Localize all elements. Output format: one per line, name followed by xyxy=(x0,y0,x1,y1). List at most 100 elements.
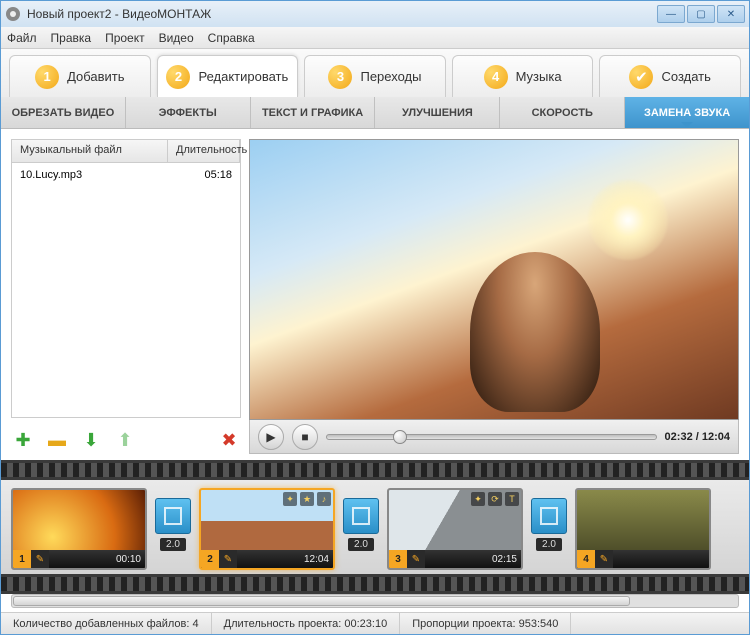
move-up-button[interactable]: ⬆ xyxy=(113,428,137,452)
app-window: Новый проект2 - ВидеоМОНТАЖ — ▢ ✕ Файл П… xyxy=(0,0,750,635)
delete-button[interactable]: ✖ xyxy=(217,428,241,452)
badge-icon: ♪ xyxy=(317,492,331,506)
transition-3[interactable]: 2.0 xyxy=(531,498,567,560)
video-preview[interactable] xyxy=(249,139,739,420)
tab-edit[interactable]: 2 Редактировать xyxy=(157,55,299,97)
transition-duration: 2.0 xyxy=(536,538,562,551)
clip-duration: 12:04 xyxy=(237,554,333,565)
step-badge-icon: 3 xyxy=(328,65,352,89)
col-duration[interactable]: Длительность xyxy=(168,140,240,162)
tab-label: Редактировать xyxy=(198,69,288,84)
file-duration: 05:18 xyxy=(168,169,232,181)
transition-icon[interactable] xyxy=(531,498,567,534)
clip-thumb[interactable]: ✦⟳T 3✎02:15 xyxy=(387,488,523,570)
edit-icon[interactable]: ✎ xyxy=(31,550,49,568)
clip-1[interactable]: 1✎00:10 xyxy=(11,488,147,570)
clip-2[interactable]: ✦★♪ 2✎12:04 xyxy=(199,488,335,570)
badge-icon: ✦ xyxy=(283,492,297,506)
move-down-button[interactable]: ⬇ xyxy=(79,428,103,452)
filmstrip-bottom xyxy=(1,574,749,594)
sub-tabs: ОБРЕЗАТЬ ВИДЕО ЭФФЕКТЫ ТЕКСТ И ГРАФИКА У… xyxy=(1,97,749,129)
stop-button[interactable]: ■ xyxy=(292,424,318,450)
tab-label: Создать xyxy=(661,69,710,84)
tab-music[interactable]: 4 Музыка xyxy=(452,55,594,97)
time-current: 02:32 xyxy=(665,431,693,443)
list-item[interactable]: 10.Lucy.mp3 05:18 xyxy=(12,163,240,187)
seek-knob[interactable] xyxy=(393,430,407,444)
time-display: 02:32 / 12:04 xyxy=(665,431,730,443)
minimize-button[interactable]: — xyxy=(657,5,685,23)
subtab-audio[interactable]: ЗАМЕНА ЗВУКА xyxy=(625,97,749,128)
file-name: 10.Lucy.mp3 xyxy=(20,169,168,181)
edit-icon[interactable]: ✎ xyxy=(219,550,237,568)
tab-create[interactable]: ✔Создать xyxy=(599,55,741,97)
clip-index: 2 xyxy=(201,550,219,568)
subtab-text[interactable]: ТЕКСТ И ГРАФИКА xyxy=(251,97,376,128)
seek-slider[interactable] xyxy=(326,434,657,440)
work-area: Музыкальный файл Длительность 10.Lucy.mp… xyxy=(1,129,749,460)
subtab-enhance[interactable]: УЛУЧШЕНИЯ xyxy=(375,97,500,128)
step-badge-icon: 1 xyxy=(35,65,59,89)
clip-3[interactable]: ✦⟳T 3✎02:15 xyxy=(387,488,523,570)
timeline-scrollbar[interactable] xyxy=(11,594,739,608)
transition-2[interactable]: 2.0 xyxy=(343,498,379,560)
app-icon xyxy=(5,6,21,22)
audio-panel: Музыкальный файл Длительность 10.Lucy.mp… xyxy=(11,139,241,454)
clip-thumb[interactable]: 4✎ xyxy=(575,488,711,570)
transition-duration: 2.0 xyxy=(348,538,374,551)
transition-1[interactable]: 2.0 xyxy=(155,498,191,560)
clip-thumb[interactable]: ✦★♪ 2✎12:04 xyxy=(199,488,335,570)
edit-icon[interactable]: ✎ xyxy=(407,550,425,568)
clip-duration: 00:10 xyxy=(49,554,145,565)
status-ratio: Пропорции проекта: 953:540 xyxy=(400,613,571,634)
time-total: 12:04 xyxy=(702,431,730,443)
transition-icon[interactable] xyxy=(155,498,191,534)
clip-thumb[interactable]: 1✎00:10 xyxy=(11,488,147,570)
menu-help[interactable]: Справка xyxy=(208,31,255,45)
status-files: Количество добавленных файлов: 4 xyxy=(1,613,212,634)
edit-icon[interactable]: ✎ xyxy=(595,550,613,568)
menu-edit[interactable]: Правка xyxy=(51,31,92,45)
audio-list[interactable]: 10.Lucy.mp3 05:18 xyxy=(11,163,241,418)
tab-label: Музыка xyxy=(516,69,562,84)
audio-list-header: Музыкальный файл Длительность xyxy=(11,139,241,163)
menu-video[interactable]: Видео xyxy=(159,31,194,45)
scrollbar-thumb[interactable] xyxy=(13,596,630,606)
clip-index: 1 xyxy=(13,550,31,568)
step-badge-icon: 4 xyxy=(484,65,508,89)
tab-add[interactable]: 1 Добавить xyxy=(9,55,151,97)
clip-4[interactable]: 4✎ xyxy=(575,488,711,570)
subtab-effects[interactable]: ЭФФЕКТЫ xyxy=(126,97,251,128)
col-file[interactable]: Музыкальный файл xyxy=(12,140,168,162)
add-audio-button[interactable]: ✚ xyxy=(11,428,35,452)
timeline[interactable]: 1✎00:10 2.0 ✦★♪ 2✎12:04 2.0 ✦⟳T 3✎02:15 … xyxy=(1,480,749,574)
menu-project[interactable]: Проект xyxy=(105,31,145,45)
clip-index: 3 xyxy=(389,550,407,568)
clip-index: 4 xyxy=(577,550,595,568)
status-length: Длительность проекта: 00:23:10 xyxy=(212,613,401,634)
tab-label: Переходы xyxy=(360,69,421,84)
clip-badges: ✦⟳T xyxy=(471,492,519,506)
maximize-button[interactable]: ▢ xyxy=(687,5,715,23)
badge-icon: ★ xyxy=(300,492,314,506)
preview-panel: ▶ ■ 02:32 / 12:04 xyxy=(249,139,739,454)
menubar: Файл Правка Проект Видео Справка xyxy=(1,27,749,49)
transition-duration: 2.0 xyxy=(160,538,186,551)
remove-audio-button[interactable]: ▬ xyxy=(45,428,69,452)
clip-duration: 02:15 xyxy=(425,554,521,565)
filmstrip-top xyxy=(1,460,749,480)
clip-badges: ✦★♪ xyxy=(283,492,331,506)
subtab-crop[interactable]: ОБРЕЗАТЬ ВИДЕО xyxy=(1,97,126,128)
close-button[interactable]: ✕ xyxy=(717,5,745,23)
titlebar: Новый проект2 - ВидеоМОНТАЖ — ▢ ✕ xyxy=(1,1,749,27)
subtab-speed[interactable]: СКОРОСТЬ xyxy=(500,97,625,128)
tab-label: Добавить xyxy=(67,69,124,84)
window-title: Новый проект2 - ВидеоМОНТАЖ xyxy=(27,7,211,21)
badge-icon: ⟳ xyxy=(488,492,502,506)
tab-transitions[interactable]: 3 Переходы xyxy=(304,55,446,97)
player-controls: ▶ ■ 02:32 / 12:04 xyxy=(249,420,739,454)
transition-icon[interactable] xyxy=(343,498,379,534)
step-badge-icon: 2 xyxy=(166,65,190,89)
play-button[interactable]: ▶ xyxy=(258,424,284,450)
menu-file[interactable]: Файл xyxy=(7,31,37,45)
